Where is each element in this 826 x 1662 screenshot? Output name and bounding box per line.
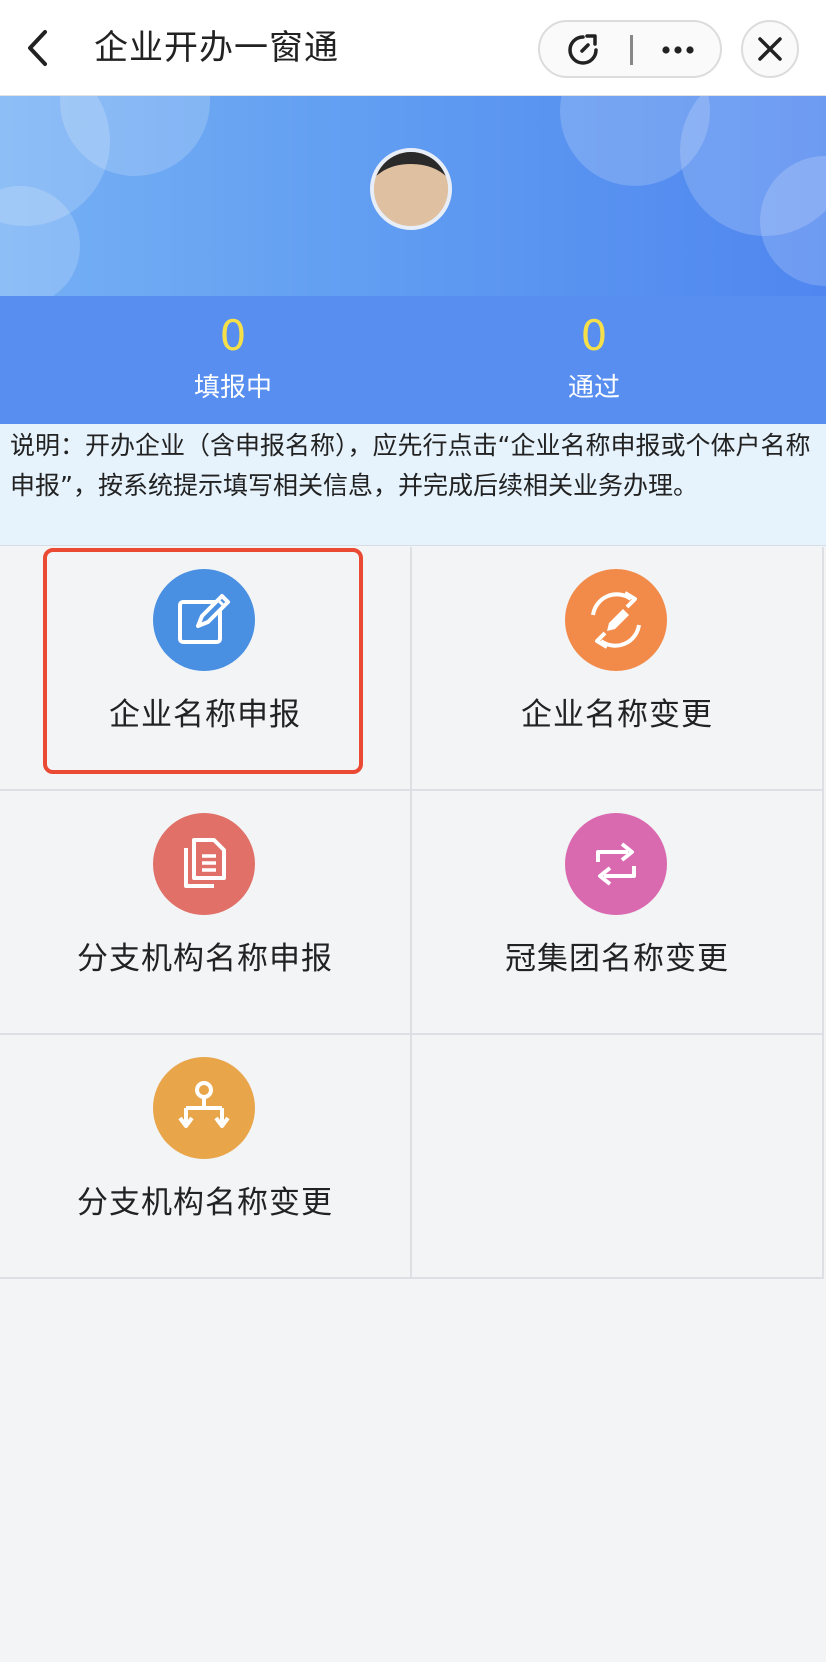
close-icon <box>758 37 782 61</box>
service-label: 企业名称变更 <box>521 697 713 733</box>
stat-filling-value: 0 <box>219 311 247 360</box>
more-icon <box>662 46 694 54</box>
back-button[interactable] <box>18 24 58 72</box>
stat-approved[interactable]: 0 通过 <box>494 296 694 408</box>
navigation-bar: 企业开办一窗通 <box>0 0 826 96</box>
user-avatar-icon <box>374 152 448 226</box>
branch-icon <box>153 1057 255 1159</box>
refresh-button[interactable] <box>564 31 602 69</box>
service-branch-name-apply[interactable]: 分支机构名称申报 <box>0 791 412 1035</box>
stat-filling[interactable]: 0 填报中 <box>133 296 333 408</box>
notice-text: 说明：开办企业（含申报名称），应先行点击“企业名称申报或个体户名称申报”，按系统… <box>0 424 826 546</box>
service-label: 冠集团名称变更 <box>505 941 729 977</box>
stat-filling-label: 填报中 <box>193 373 272 403</box>
service-label: 分支机构名称变更 <box>77 1185 333 1221</box>
edit-icon <box>153 569 255 671</box>
service-label: 企业名称申报 <box>109 697 301 733</box>
stat-approved-label: 通过 <box>567 373 620 403</box>
refresh-icon <box>568 34 598 65</box>
mini-program-capsule <box>538 20 722 78</box>
more-button[interactable] <box>656 31 700 69</box>
avatar[interactable] <box>370 148 452 230</box>
stat-approved-value: 0 <box>580 311 608 360</box>
transfer-icon <box>565 813 667 915</box>
stats-bar: 0 填报中 0 通过 <box>0 296 826 424</box>
service-grid: 企业名称申报 企业名称变更 分支机构名称申报 冠集团名称变更 分支机构名称变更 <box>0 547 826 1281</box>
service-enterprise-name-apply[interactable]: 企业名称申报 <box>0 547 412 791</box>
page-title: 企业开办一窗通 <box>94 28 339 68</box>
empty-cell <box>412 1035 824 1279</box>
capsule-divider <box>630 35 633 65</box>
profile-banner <box>0 96 826 296</box>
service-label: 分支机构名称申报 <box>77 941 333 977</box>
service-enterprise-name-change[interactable]: 企业名称变更 <box>412 547 824 791</box>
service-branch-name-change[interactable]: 分支机构名称变更 <box>0 1035 412 1279</box>
service-group-name-change[interactable]: 冠集团名称变更 <box>412 791 824 1035</box>
change-icon <box>565 569 667 671</box>
close-button[interactable] <box>741 20 799 78</box>
document-icon <box>153 813 255 915</box>
chevron-left-icon <box>28 30 47 66</box>
